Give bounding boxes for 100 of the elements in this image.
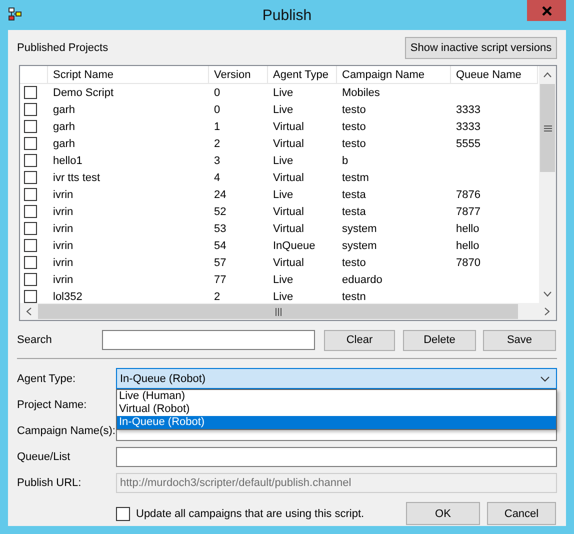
table-cell: ivrin: [53, 206, 74, 218]
row-checkbox[interactable]: [24, 137, 37, 150]
table-cell: Virtual: [273, 256, 304, 268]
table-cell: system: [342, 240, 377, 252]
table-cell: Virtual: [273, 172, 304, 184]
table-cell: eduardo: [342, 274, 382, 286]
table-cell: 4: [214, 172, 220, 184]
table-cell: 77: [214, 274, 226, 286]
table-cell: garh: [53, 120, 76, 132]
table-cell: 53: [214, 222, 226, 234]
scroll-up-icon[interactable]: [543, 72, 552, 78]
table-cell: 3333: [456, 120, 480, 132]
close-button[interactable]: [527, 0, 566, 21]
table-cell: Live: [273, 104, 294, 116]
section-label: Published Projects: [17, 42, 108, 54]
scroll-right-icon[interactable]: [544, 307, 550, 316]
table-cell: b: [342, 154, 348, 166]
row-checkbox[interactable]: [24, 120, 37, 133]
table-cell: lol352: [53, 290, 82, 302]
close-icon: [542, 6, 552, 16]
chevron-down-icon: [540, 376, 550, 382]
field-label: Project Name:: [17, 399, 88, 411]
table-cell: Demo Script: [53, 86, 114, 98]
table-cell: testo: [342, 120, 366, 132]
table-cell: ivrin: [53, 240, 74, 252]
search-field[interactable]: [102, 330, 315, 350]
table-cell: 24: [214, 188, 226, 200]
dropdown-option[interactable]: In-Queue (Robot): [117, 416, 556, 429]
table-cell: 7870: [456, 256, 480, 268]
row-checkbox[interactable]: [24, 188, 37, 201]
field-label: Agent Type:: [17, 372, 77, 384]
table-cell: testo: [342, 104, 366, 116]
row-checkbox[interactable]: [24, 171, 37, 184]
table-cell: Virtual: [273, 120, 304, 132]
table-cell: hello: [456, 240, 480, 252]
dialog-button[interactable]: OK: [406, 502, 480, 525]
table-cell: Live: [273, 154, 294, 166]
horizontal-scrollbar[interactable]: [20, 303, 556, 320]
scroll-thumb[interactable]: [540, 84, 555, 172]
table-cell: testo: [342, 138, 366, 150]
table-cell: Virtual: [273, 138, 304, 150]
column-header: [20, 66, 48, 84]
row-checkbox[interactable]: [24, 154, 37, 167]
table-cell: ivr tts test: [53, 172, 100, 184]
table-cell: hello1: [53, 154, 82, 166]
table-cell: garh: [53, 104, 76, 116]
table-cell: testn: [342, 290, 366, 302]
scroll-left-icon[interactable]: [26, 307, 32, 316]
row-checkbox[interactable]: [24, 290, 37, 303]
row-checkbox[interactable]: [24, 103, 37, 116]
row-checkbox[interactable]: [24, 205, 37, 218]
input-field[interactable]: [116, 447, 557, 467]
row-checkbox[interactable]: [24, 86, 37, 99]
table-cell: 0: [214, 104, 220, 116]
action-button[interactable]: Delete: [403, 330, 476, 350]
table-cell: system: [342, 222, 377, 234]
table-cell: 1: [214, 120, 220, 132]
row-checkbox[interactable]: [24, 256, 37, 269]
table-cell: Live: [273, 188, 294, 200]
table-cell: ivrin: [53, 256, 74, 268]
column-header[interactable]: Agent Type: [268, 66, 337, 84]
table-cell: 2: [214, 290, 220, 302]
vertical-scrollbar[interactable]: [539, 66, 556, 303]
app-icon: [8, 7, 22, 21]
scroll-thumb[interactable]: [38, 304, 518, 319]
field-label: Publish URL:: [17, 477, 82, 489]
table-cell: garh: [53, 138, 76, 150]
table-cell: 3333: [456, 104, 480, 116]
dropdown-option[interactable]: Virtual (Robot): [117, 403, 556, 416]
column-header[interactable]: Campaign Name: [337, 66, 451, 84]
table-cell: Mobiles: [342, 86, 380, 98]
scroll-down-icon[interactable]: [543, 291, 552, 297]
table-cell: testm: [342, 172, 369, 184]
table-cell: Virtual: [273, 206, 304, 218]
column-header[interactable]: Queue Name: [451, 66, 538, 84]
row-checkbox[interactable]: [24, 239, 37, 252]
field-label: Campaign Name(s):: [17, 425, 116, 437]
column-header[interactable]: Script Name: [48, 66, 209, 84]
action-button[interactable]: Save: [483, 330, 556, 350]
dropdown-option[interactable]: Live (Human): [117, 390, 556, 403]
table-cell: ivrin: [53, 222, 74, 234]
table-cell: testa: [342, 206, 366, 218]
update-checkbox[interactable]: [116, 506, 130, 520]
dialog-button[interactable]: Cancel: [487, 502, 556, 525]
table-cell: Live: [273, 290, 294, 302]
table-cell: 7877: [456, 206, 480, 218]
table-cell: 5555: [456, 138, 480, 150]
checkbox-label: Update all campaigns that are using this script.: [136, 508, 364, 520]
table-cell: Live: [273, 274, 294, 286]
action-button[interactable]: Clear: [324, 330, 395, 350]
column-header[interactable]: Version: [209, 66, 268, 84]
table-cell: 0: [214, 86, 220, 98]
table-cell: ivrin: [53, 188, 74, 200]
table-cell: 57: [214, 256, 226, 268]
agent-type-dropdown[interactable]: In-Queue (Robot): [116, 368, 557, 389]
row-checkbox[interactable]: [24, 273, 37, 286]
window-title: Publish: [262, 6, 312, 24]
row-checkbox[interactable]: [24, 222, 37, 235]
table-cell: 2: [214, 138, 220, 150]
table-cell: ivrin: [53, 274, 74, 286]
